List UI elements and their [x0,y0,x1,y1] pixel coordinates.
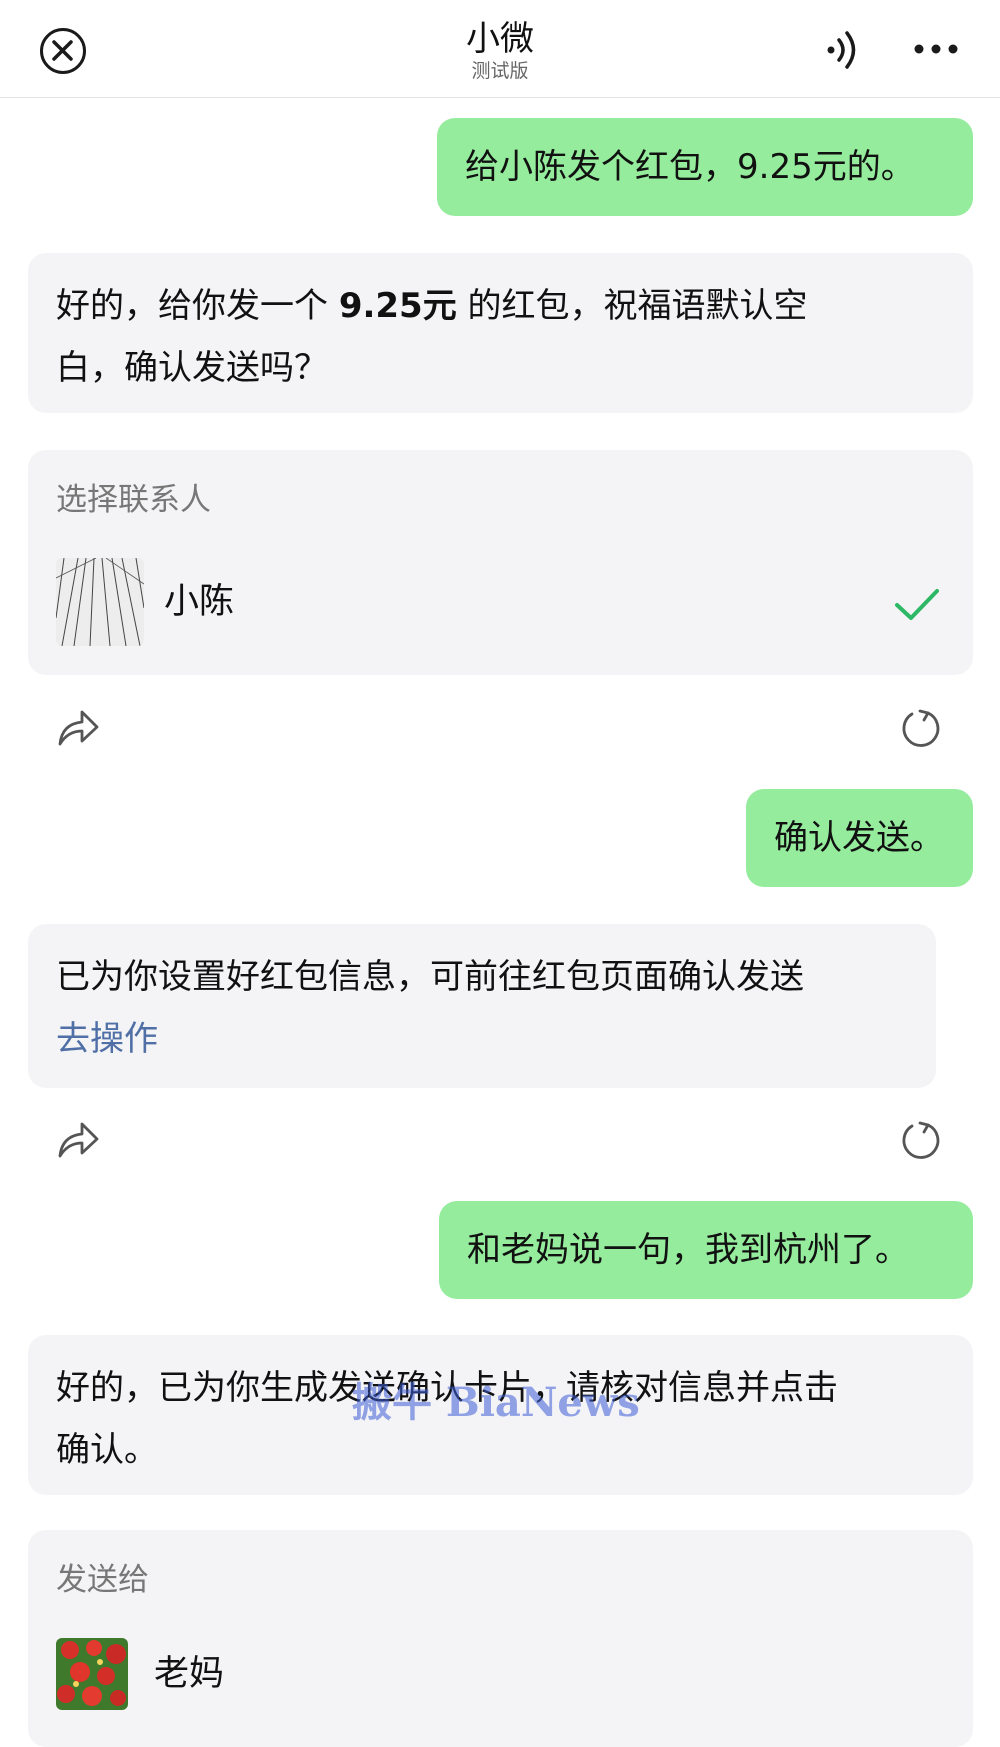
user-message-bubble[interactable]: 给小陈发个红包，9.25元的。 [437,118,973,216]
contact-name[interactable]: 小陈 [164,580,234,624]
message-line: 好的，给你发一个 9.25元 的红包，祝福语默认空 [56,275,945,337]
watermark: 搬牛 BiaNews [352,1379,640,1426]
message-text: 的红包，祝福语默认空 [456,286,808,326]
avatar[interactable] [56,558,144,646]
refresh-icon[interactable] [900,1120,942,1166]
message-text: 确认发送。 [774,818,944,858]
contact-name[interactable]: 老妈 [154,1652,224,1696]
assistant-message-bubble[interactable]: 已为你设置好红包信息，可前往红包页面确认发送 去操作 [28,924,936,1088]
user-message-bubble[interactable]: 确认发送。 [746,789,973,887]
chat-page: 小微 测试版 给小陈发个红包，9.25元的。 好的，给你发一个 9.25元 的红… [0,0,1000,1747]
card-title: 发送给 [56,1562,149,1598]
message-text: 给小陈发个红包，9.25元的。 [465,147,915,187]
assistant-message-bubble[interactable]: 好的，给你发一个 9.25元 的红包，祝福语默认空 白，确认发送吗？ [28,253,973,413]
top-bar: 小微 测试版 [0,0,1000,98]
message-line: 已为你设置好红包信息，可前往红包页面确认发送 [56,957,804,997]
share-icon[interactable] [56,708,100,752]
avatar[interactable] [56,1638,128,1710]
send-to-card: 发送给 老妈 [28,1530,973,1747]
contact-select-card: 选择联系人 小陈 [28,450,973,675]
message-line: 确认。 [56,1430,158,1470]
more-dots-icon[interactable] [912,34,960,64]
message-text: 好的，给你发一个 [56,286,339,326]
card-title: 选择联系人 [56,482,211,518]
go-action-link[interactable]: 去操作 [56,1008,908,1070]
speaker-icon[interactable] [822,27,868,73]
message-line: 白，确认发送吗？ [56,348,328,388]
check-icon [894,588,940,626]
share-icon[interactable] [56,1120,100,1164]
amount-text: 9.25元 [338,286,457,326]
message-text: 和老妈说一句，我到杭州了。 [467,1230,909,1270]
refresh-icon[interactable] [900,708,942,754]
user-message-bubble[interactable]: 和老妈说一句，我到杭州了。 [439,1201,973,1299]
